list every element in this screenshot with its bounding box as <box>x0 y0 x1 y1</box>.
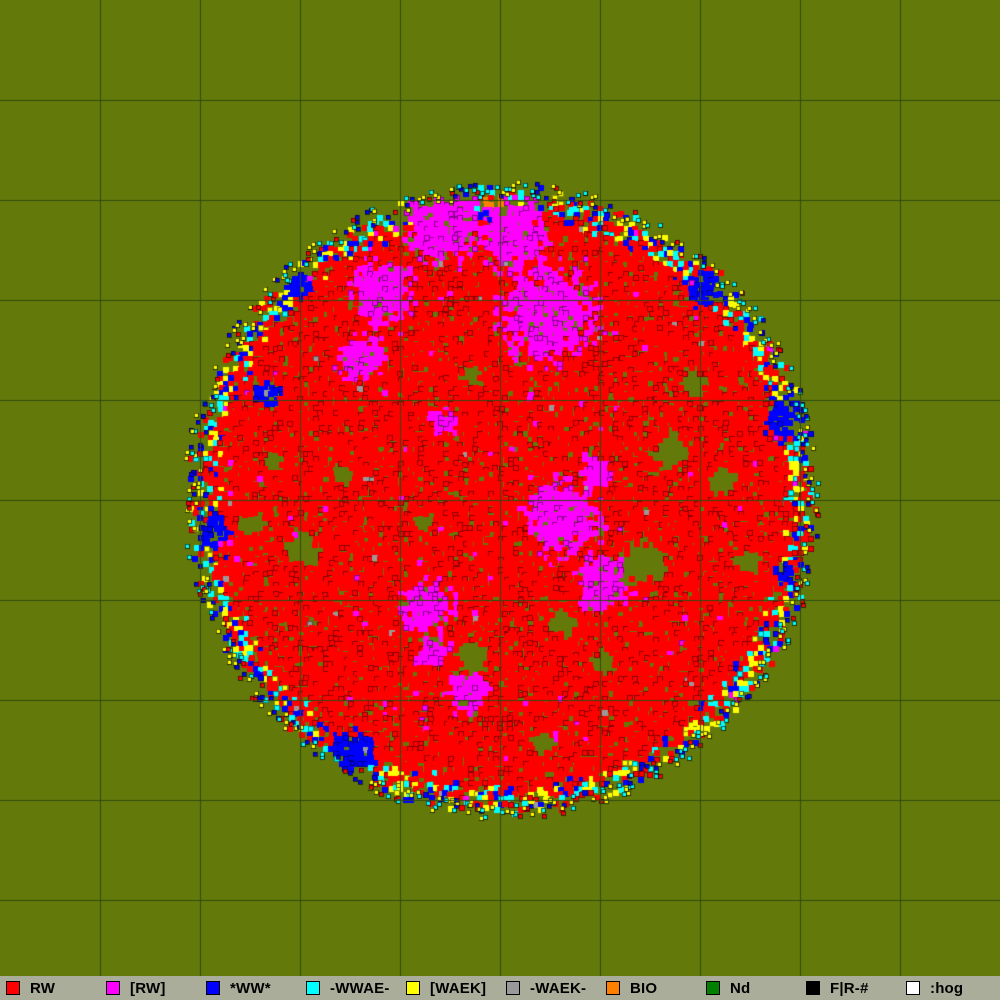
legend-item-waek-bracket: [WAEK] <box>400 976 500 1000</box>
legend-item-fr: F|R-# <box>800 976 900 1000</box>
legend-item-nd: Nd <box>700 976 800 1000</box>
legend-swatch <box>106 981 120 995</box>
legend-swatch <box>906 981 920 995</box>
grid-map-canvas[interactable] <box>0 0 1000 976</box>
map-viewport[interactable] <box>0 0 1000 976</box>
legend-swatch <box>506 981 520 995</box>
legend-label: [RW] <box>130 979 166 997</box>
legend-label: [WAEK] <box>430 979 487 997</box>
legend-item-waek: -WAEK- <box>500 976 600 1000</box>
legend-item-hog: :hog <box>900 976 1000 1000</box>
legend-label: :hog <box>930 979 964 997</box>
legend-swatch <box>406 981 420 995</box>
legend-label: RW <box>30 979 56 997</box>
legend-label: -WAEK- <box>530 979 587 997</box>
legend-swatch <box>806 981 820 995</box>
legend-label: BIO <box>630 979 658 997</box>
legend-item-rw: RW <box>0 976 100 1000</box>
legend-swatch <box>706 981 720 995</box>
legend-label: -WWAE- <box>330 979 390 997</box>
legend-swatch <box>206 981 220 995</box>
legend-swatch <box>6 981 20 995</box>
legend-label: F|R-# <box>830 979 869 997</box>
legend-item-wwae: -WWAE- <box>300 976 400 1000</box>
legend-label: Nd <box>730 979 751 997</box>
legend-swatch <box>306 981 320 995</box>
legend-label: *WW* <box>230 979 271 997</box>
legend-bar: RW [RW] *WW* -WWAE- [WAEK] -WAEK- BIO Nd F|R-# :h… <box>0 976 1000 1000</box>
legend-item-rw-bracket: [RW] <box>100 976 200 1000</box>
legend-item-bio: BIO <box>600 976 700 1000</box>
legend-item-ww: *WW* <box>200 976 300 1000</box>
legend-swatch <box>606 981 620 995</box>
